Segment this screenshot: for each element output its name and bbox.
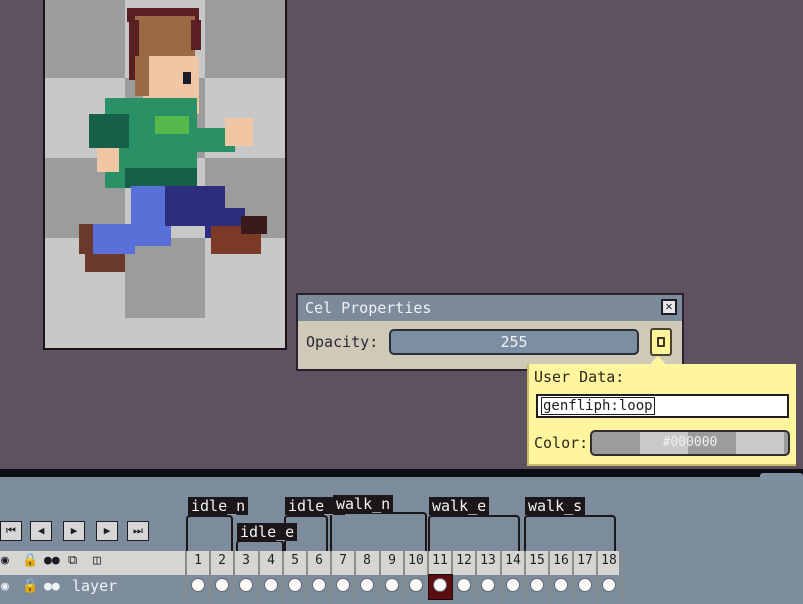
- next-frame-button[interactable]: ▶: [96, 521, 118, 541]
- cel-13[interactable]: [481, 578, 495, 592]
- frame-number-14[interactable]: 14: [502, 553, 524, 568]
- frame-number-5[interactable]: 5: [284, 553, 306, 568]
- user-data-label: User Data:: [534, 368, 625, 386]
- cel-7[interactable]: [336, 578, 350, 592]
- tag-idle-e[interactable]: idle_e: [237, 523, 298, 541]
- lock-icon[interactable]: 🔒: [22, 553, 38, 568]
- cel-properties-dialog: Cel Properties ✕ Opacity: 255: [296, 293, 684, 371]
- cel-2[interactable]: [215, 578, 229, 592]
- cel-4[interactable]: [264, 578, 278, 592]
- cel-9[interactable]: [385, 578, 399, 592]
- cel-6[interactable]: [312, 578, 326, 592]
- horizontal-scrollbar[interactable]: [760, 473, 803, 481]
- frame-number-13[interactable]: 13: [477, 553, 499, 568]
- frame-number-11[interactable]: 11: [429, 553, 451, 568]
- opacity-label: Opacity:: [306, 333, 379, 351]
- tag-bracket: [330, 512, 427, 551]
- cel-1[interactable]: [191, 578, 205, 592]
- cel-8[interactable]: [360, 578, 374, 592]
- frame-separator: [621, 551, 623, 601]
- sprite-canvas[interactable]: [43, 0, 287, 350]
- frame-number-15[interactable]: 15: [526, 553, 548, 568]
- frame-number-7[interactable]: 7: [332, 553, 354, 568]
- last-frame-button[interactable]: ⏭: [127, 521, 149, 541]
- cel-16[interactable]: [554, 578, 568, 592]
- tag-idle-n[interactable]: idle_n: [188, 497, 249, 515]
- frame-number-10[interactable]: 10: [405, 553, 427, 568]
- cel-3[interactable]: [239, 578, 253, 592]
- onion-skin-icon[interactable]: ◫: [93, 553, 101, 568]
- tag-bracket: [428, 515, 520, 551]
- cel-10[interactable]: [409, 578, 423, 592]
- frame-number-8[interactable]: 8: [356, 553, 378, 568]
- dialog-title[interactable]: Cel Properties: [298, 295, 682, 321]
- continuous-icon[interactable]: ●●: [44, 553, 60, 568]
- cel-17[interactable]: [578, 578, 592, 592]
- layer-visibility-icon[interactable]: ◉: [1, 579, 9, 594]
- layer-continuous-icon[interactable]: ●●: [44, 579, 60, 594]
- cel-5[interactable]: [288, 578, 302, 592]
- visibility-icon[interactable]: ◉: [1, 553, 9, 568]
- cel-14[interactable]: [506, 578, 520, 592]
- close-button[interactable]: ✕: [661, 299, 677, 315]
- play-button[interactable]: ▶: [63, 521, 85, 541]
- frame-number-17[interactable]: 17: [574, 553, 596, 568]
- previous-frame-button[interactable]: ◀: [30, 521, 52, 541]
- opacity-slider[interactable]: 255: [389, 329, 639, 355]
- frame-number-4[interactable]: 4: [260, 553, 282, 568]
- color-label: Color:: [534, 434, 589, 452]
- first-frame-button[interactable]: ⏮: [0, 521, 22, 541]
- note-icon: [657, 337, 665, 347]
- tag-bracket: [186, 515, 233, 551]
- timeline-separator[interactable]: [0, 469, 803, 477]
- user-data-input[interactable]: genfliph:loop: [536, 394, 789, 418]
- frame-number-16[interactable]: 16: [550, 553, 572, 568]
- tag-bracket: [236, 540, 284, 551]
- layer-name[interactable]: layer: [72, 577, 117, 595]
- tag-bracket: [524, 515, 616, 551]
- tag-walk-n[interactable]: walk_n: [333, 495, 394, 513]
- cel-12[interactable]: [457, 578, 471, 592]
- character-sprite: [79, 8, 267, 272]
- frame-number-1[interactable]: 1: [187, 553, 209, 568]
- color-value: #000000: [662, 435, 718, 450]
- tag-walk-e[interactable]: walk_e: [429, 497, 490, 515]
- user-data-text: genfliph:loop: [541, 397, 655, 415]
- frame-number-3[interactable]: 3: [235, 553, 257, 568]
- tag-walk-s[interactable]: walk_s: [525, 497, 586, 515]
- frame-number-2[interactable]: 2: [211, 553, 233, 568]
- cel-18[interactable]: [602, 578, 616, 592]
- frame-number-6[interactable]: 6: [308, 553, 330, 568]
- frame-number-12[interactable]: 12: [453, 553, 475, 568]
- user-data-button[interactable]: [650, 328, 672, 356]
- layer-lock-icon[interactable]: 🔓: [22, 579, 38, 594]
- cel-15[interactable]: [530, 578, 544, 592]
- frame-number-18[interactable]: 18: [598, 553, 620, 568]
- user-data-popup: User Data: genfliph:loop Color: #000000: [527, 355, 796, 466]
- color-picker-button[interactable]: #000000: [590, 430, 790, 456]
- group-icon[interactable]: ⧉: [68, 553, 77, 568]
- frame-number-9[interactable]: 9: [381, 553, 403, 568]
- cel-11[interactable]: [433, 578, 447, 592]
